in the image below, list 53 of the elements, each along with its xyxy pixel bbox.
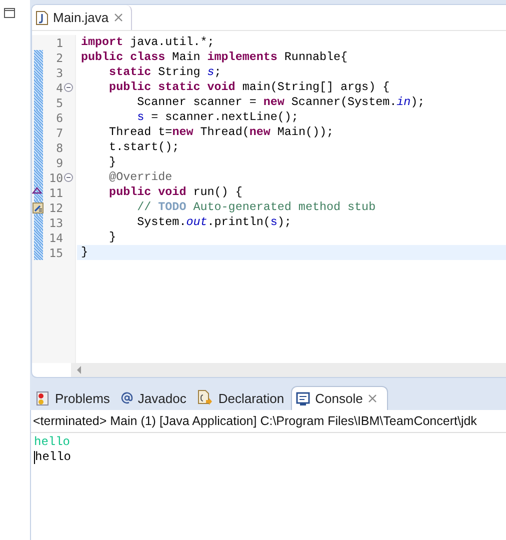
code-line: static String s; — [108, 65, 222, 79]
at-icon — [120, 392, 133, 404]
view-tab[interactable]: Console — [291, 386, 388, 410]
scroll-left-icon[interactable] — [76, 366, 82, 374]
line-number: 13 — [48, 216, 63, 230]
code-line: public class Main implements Runnable{ — [81, 50, 348, 64]
view-tab[interactable]: Javadoc — [116, 386, 194, 410]
java-file-icon — [36, 10, 48, 24]
fold-icon[interactable] — [64, 83, 72, 92]
code-line: public static void main(String[] args) { — [108, 80, 390, 94]
line-number: 6 — [55, 110, 63, 124]
line-number: 7 — [55, 126, 63, 140]
line-number: 9 — [55, 156, 63, 170]
code-line: Thread t=new Thread(new Main()); — [108, 125, 334, 139]
problems-icon — [36, 390, 50, 406]
override-icon — [32, 186, 42, 194]
close-icon[interactable] — [114, 13, 123, 22]
line-number: 11 — [48, 186, 63, 200]
line-number: 14 — [48, 230, 63, 244]
console-icon — [296, 392, 310, 406]
code-line: public void run() { — [108, 185, 242, 199]
code-line: // TODO Auto-generated method stub — [136, 200, 376, 214]
code-line: } — [81, 245, 88, 259]
code-line: } — [108, 230, 116, 244]
line-number: 2 — [55, 50, 63, 64]
console-status: <terminated> Main (1) [Java Application] C:\Program Files\IBM\TeamConcert\jdk — [33, 414, 477, 428]
line-number: 12 — [48, 200, 63, 214]
code-line: t.start(); — [108, 140, 180, 154]
code-line: } — [108, 155, 116, 169]
restore-icon[interactable] — [4, 8, 15, 18]
line-number: 3 — [55, 66, 63, 80]
tab-label: Main.java — [53, 10, 109, 25]
code-line: @Override — [108, 170, 172, 184]
declaration-icon — [197, 390, 214, 406]
editor-tab[interactable]: Main.java — [32, 5, 132, 30]
code-line: System.out.println(s); — [136, 215, 292, 229]
line-number: 8 — [55, 140, 63, 154]
line-number: 15 — [48, 246, 63, 260]
code-line: Scanner scanner = new Scanner(System.in); — [136, 95, 425, 109]
line-number: 5 — [55, 96, 63, 110]
fold-icon[interactable] — [64, 173, 72, 182]
text-cursor — [34, 451, 35, 464]
horizontal-scrollbar[interactable] — [71, 363, 506, 377]
code-line: import java.util.*; — [81, 35, 214, 49]
console-line: hello — [34, 435, 70, 450]
line-number: 4 — [55, 80, 63, 94]
line-number: 1 — [55, 36, 63, 50]
console-line: hello — [35, 450, 72, 465]
view-tab[interactable]: Declaration — [193, 386, 292, 410]
line-number: 10 — [48, 170, 63, 184]
code-line: s = scanner.nextLine(); — [136, 110, 298, 124]
close-icon[interactable] — [368, 394, 377, 403]
view-tab[interactable]: Problems — [32, 386, 117, 410]
